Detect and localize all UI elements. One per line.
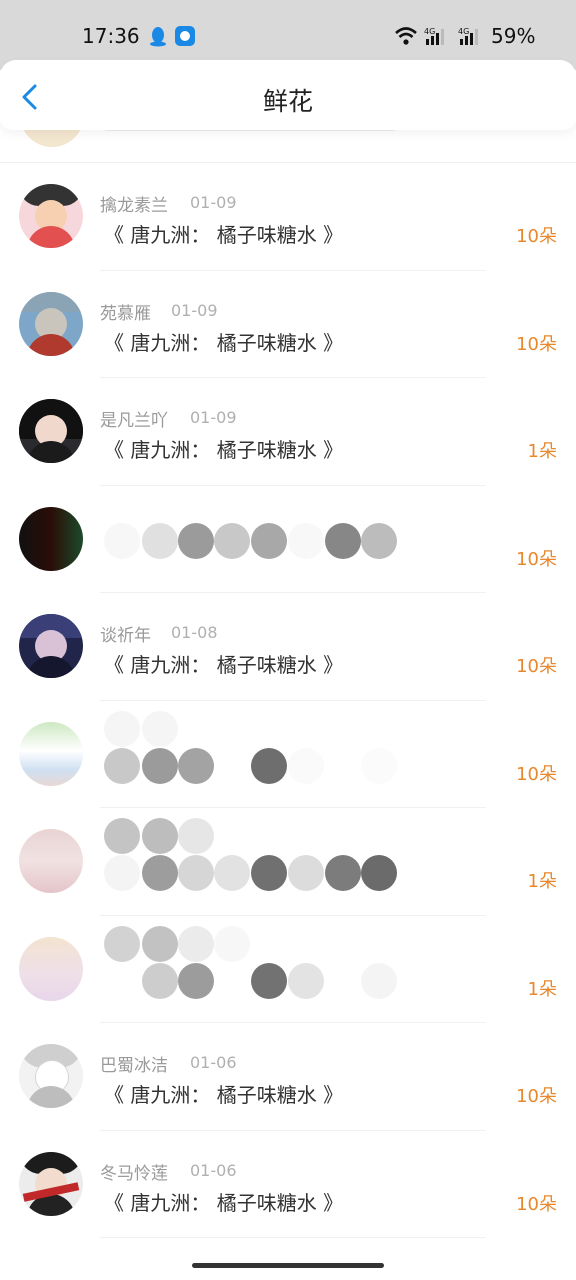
blurred-content <box>100 808 420 915</box>
date: 01-08 <box>171 623 218 642</box>
book-title[interactable]: 《 唐九洲： 橘子味糖水 》 <box>104 1187 343 1216</box>
book-title[interactable]: 《 唐九洲： 橘子味糖水 》 <box>104 434 343 463</box>
list-item-blurred[interactable]: 1朵 <box>0 916 576 1024</box>
svg-text:4G: 4G <box>458 27 469 36</box>
book-title[interactable]: 《 唐九洲： 橘子味糖水 》 <box>104 649 343 678</box>
user-name: 是凡兰吖 <box>100 411 168 431</box>
list-item-blurred[interactable]: 10朵 <box>0 486 576 594</box>
page-title: 鲜花 <box>262 87 313 116</box>
list-item[interactable]: 巴蜀冰洁 01-06 《 唐九洲： 橘子味糖水 》 10朵 <box>0 1023 576 1131</box>
flower-list: 擒龙素兰 01-09 《 唐九洲： 橘子味糖水 》 10朵 苑慕雁 01-09 … <box>0 163 576 1238</box>
blurred-content <box>100 916 420 1023</box>
list-item-blurred[interactable]: 1朵 <box>0 808 576 916</box>
wifi-icon <box>395 27 417 45</box>
date: 01-09 <box>171 300 218 320</box>
home-indicator[interactable] <box>192 1263 384 1268</box>
blurred-content <box>100 701 420 808</box>
avatar-blurred[interactable] <box>19 721 83 786</box>
flower-count: 10朵 <box>516 226 557 247</box>
flower-count: 10朵 <box>516 548 557 570</box>
list-item[interactable]: 冬马怜莲 01-06 《 唐九洲： 橘子味糖水 》 10朵 <box>0 1131 576 1239</box>
list-item[interactable]: 苑慕雁 01-09 《 唐九洲： 橘子味糖水 》 10朵 <box>0 271 576 379</box>
book-title[interactable]: 《 唐九洲： 橘子味糖水 》 <box>104 1079 343 1108</box>
user-name: 谈祈年 <box>100 626 151 646</box>
cellular-signal-icon: 4G <box>424 27 444 45</box>
avatar[interactable] <box>19 291 83 356</box>
app-notification-icon <box>175 26 195 46</box>
flower-count: 10朵 <box>516 1086 557 1107</box>
flower-count: 1朵 <box>527 978 557 1000</box>
list-item[interactable]: 是凡兰吖 01-09 《 唐九洲： 橘子味糖水 》 1朵 <box>0 378 576 486</box>
user-name: 擒龙素兰 <box>100 196 168 216</box>
cellular-signal-icon-2: 4G <box>458 27 478 45</box>
avatar[interactable] <box>19 399 83 463</box>
flower-count: 1朵 <box>527 441 557 462</box>
avatar-blurred[interactable] <box>19 506 83 571</box>
flower-count: 10朵 <box>516 763 557 785</box>
date: 01-06 <box>190 1160 237 1180</box>
status-time: 17:36 <box>82 24 140 48</box>
flower-count: 10朵 <box>516 1193 557 1215</box>
flower-count: 10朵 <box>516 656 557 677</box>
avatar[interactable] <box>19 1151 83 1216</box>
avatar[interactable] <box>19 614 83 678</box>
user-name: 冬马怜莲 <box>100 1163 168 1184</box>
flower-count: 10朵 <box>516 333 557 355</box>
book-title[interactable]: 《 唐九洲： 橘子味糖水 》 <box>104 327 343 356</box>
book-title[interactable]: 《 唐九洲： 橘子味糖水 》 <box>104 219 343 248</box>
list-item[interactable]: 擒龙素兰 01-09 《 唐九洲： 橘子味糖水 》 10朵 <box>0 163 576 271</box>
user-name: 巴蜀冰洁 <box>100 1056 168 1076</box>
date: 01-09 <box>190 408 237 427</box>
avatar[interactable] <box>19 1044 83 1108</box>
avatar-blurred[interactable] <box>19 829 83 893</box>
battery-percent: 59% <box>491 24 536 48</box>
nav-bar: 鲜花 <box>0 60 576 130</box>
avatar-blurred[interactable] <box>19 936 83 1001</box>
date: 01-09 <box>190 193 237 212</box>
svg-text:4G: 4G <box>424 27 435 36</box>
list-item[interactable]: 谈祈年 01-08 《 唐九洲： 橘子味糖水 》 10朵 <box>0 593 576 701</box>
flower-count: 1朵 <box>527 871 557 892</box>
qq-penguin-icon <box>150 27 166 47</box>
date: 01-06 <box>190 1053 237 1072</box>
list-item-blurred[interactable]: 10朵 <box>0 701 576 809</box>
avatar[interactable] <box>19 184 83 248</box>
blurred-content <box>100 486 420 593</box>
user-name: 苑慕雁 <box>100 303 151 324</box>
